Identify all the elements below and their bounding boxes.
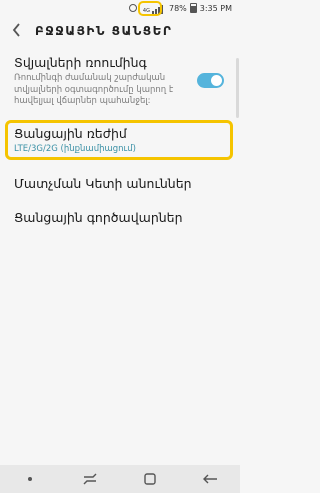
setting-title: Ցանցային ռեժիմ bbox=[14, 126, 127, 141]
setting-network-operators[interactable]: Ցանցային գործավարներ bbox=[14, 210, 234, 225]
setting-title: Ցանցային գործավարներ bbox=[14, 210, 183, 225]
network-indicator-highlight bbox=[137, 0, 162, 16]
back-arrow-icon[interactable] bbox=[200, 471, 220, 487]
header: ԲՋՋԱՅԻՆ ՑԱՆՑԵՐ bbox=[0, 18, 240, 44]
scroll-indicator bbox=[236, 58, 239, 118]
setting-title: Մատչման Կետի անուններ bbox=[14, 176, 192, 191]
recent-apps-icon[interactable] bbox=[80, 471, 100, 487]
setting-value: LTE/3G/2G (ինքնամիացում) bbox=[14, 144, 136, 154]
status-bar: 4G 78% 3:35 PM bbox=[0, 0, 240, 16]
network-indicator: 4G bbox=[137, 0, 166, 16]
alarm-icon bbox=[128, 4, 137, 12]
clock: 3:35 PM bbox=[199, 3, 232, 13]
toggle-knob bbox=[210, 74, 223, 87]
navigation-bar bbox=[0, 465, 240, 493]
data-roaming-toggle[interactable] bbox=[197, 73, 224, 88]
nav-dot-icon[interactable] bbox=[20, 471, 40, 487]
setting-access-point-names[interactable]: Մատչման Կետի անուններ bbox=[14, 176, 234, 191]
setting-title: Տվյալների ռոումինգ bbox=[14, 55, 147, 70]
battery-icon bbox=[189, 3, 197, 13]
page-title: ԲՋՋԱՅԻՆ ՑԱՆՑԵՐ bbox=[35, 24, 173, 38]
chevron-left-icon[interactable] bbox=[7, 19, 31, 43]
setting-data-roaming[interactable]: Տվյալների ռոումինգ Ռոումինգի ժամանակ շար… bbox=[14, 55, 234, 108]
home-icon[interactable] bbox=[140, 471, 160, 487]
battery-percent: 78% bbox=[168, 3, 187, 13]
setting-description: Ռոումինգի ժամանակ շարժական տվյալների օգտ… bbox=[14, 73, 174, 106]
setting-network-mode[interactable]: Ցանցային ռեժիմ LTE/3G/2G (ինքնամիացում) bbox=[14, 126, 234, 154]
